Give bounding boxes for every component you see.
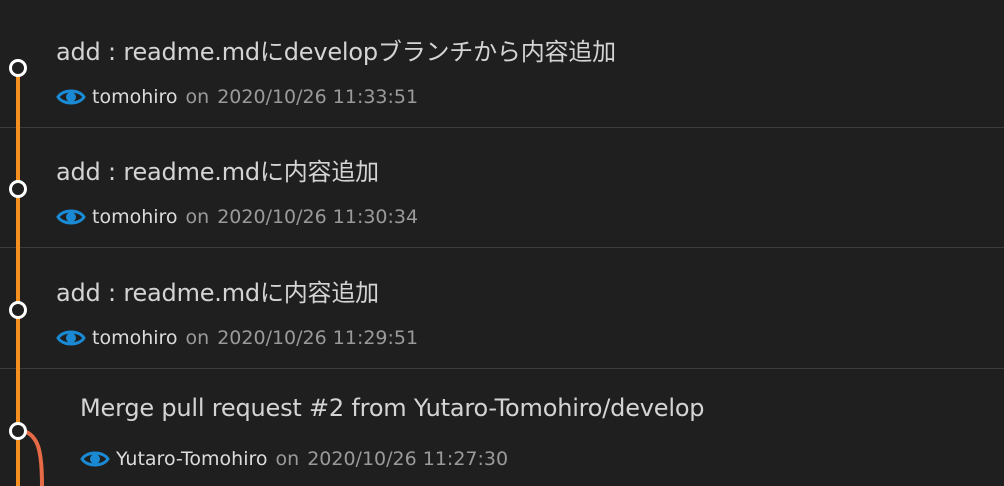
commit-author: tomohiro xyxy=(92,206,178,228)
commit-timestamp: 2020/10/26 11:30:34 xyxy=(217,206,419,228)
commit-node xyxy=(9,301,27,319)
commit-message: add : readme.mdに内容追加 xyxy=(56,279,379,307)
commit-timestamp: 2020/10/26 11:29:51 xyxy=(217,327,419,349)
row-divider xyxy=(0,368,1004,369)
commit-message: add : readme.mdに内容追加 xyxy=(56,158,379,186)
commit-row[interactable]: Merge pull request #2 from Yutaro-Tomohi… xyxy=(0,370,1004,486)
commit-row[interactable]: add : readme.mdに内容追加 tomohiro on 2020/10… xyxy=(0,249,1004,369)
on-label: on xyxy=(275,448,300,470)
commit-row[interactable]: add : readme.mdにdevelopブランチから内容追加 tomohi… xyxy=(0,8,1004,128)
on-label: on xyxy=(185,86,210,108)
merged-branch-curve xyxy=(23,429,44,486)
commit-timestamp: 2020/10/26 11:27:30 xyxy=(307,448,509,470)
branch-graph xyxy=(9,59,44,486)
on-label: on xyxy=(185,206,210,228)
commit-node xyxy=(9,422,27,440)
eye-icon xyxy=(56,330,86,346)
commit-author: tomohiro xyxy=(92,327,178,349)
commit-node xyxy=(9,180,27,198)
commit-message: Merge pull request #2 from Yutaro-Tomohi… xyxy=(80,394,705,422)
commit-meta: tomohiro on 2020/10/26 11:29:51 xyxy=(56,323,418,353)
commit-message: add : readme.mdにdevelopブランチから内容追加 xyxy=(56,38,616,66)
commit-author: tomohiro xyxy=(92,86,178,108)
row-divider xyxy=(0,247,1004,248)
commit-meta: tomohiro on 2020/10/26 11:33:51 xyxy=(56,82,418,112)
eye-icon xyxy=(80,451,110,467)
commit-timestamp: 2020/10/26 11:33:51 xyxy=(217,86,419,108)
eye-icon xyxy=(56,89,86,105)
eye-icon xyxy=(56,209,86,225)
commit-meta: tomohiro on 2020/10/26 11:30:34 xyxy=(56,202,418,232)
commit-meta: Yutaro-Tomohiro on 2020/10/26 11:27:30 xyxy=(80,444,508,474)
commit-author: Yutaro-Tomohiro xyxy=(116,448,268,470)
on-label: on xyxy=(185,327,210,349)
commit-history-panel: add : readme.mdにdevelopブランチから内容追加 tomohi… xyxy=(0,0,1004,486)
commit-row[interactable]: add : readme.mdに内容追加 tomohiro on 2020/10… xyxy=(0,128,1004,248)
commit-node xyxy=(9,59,27,77)
